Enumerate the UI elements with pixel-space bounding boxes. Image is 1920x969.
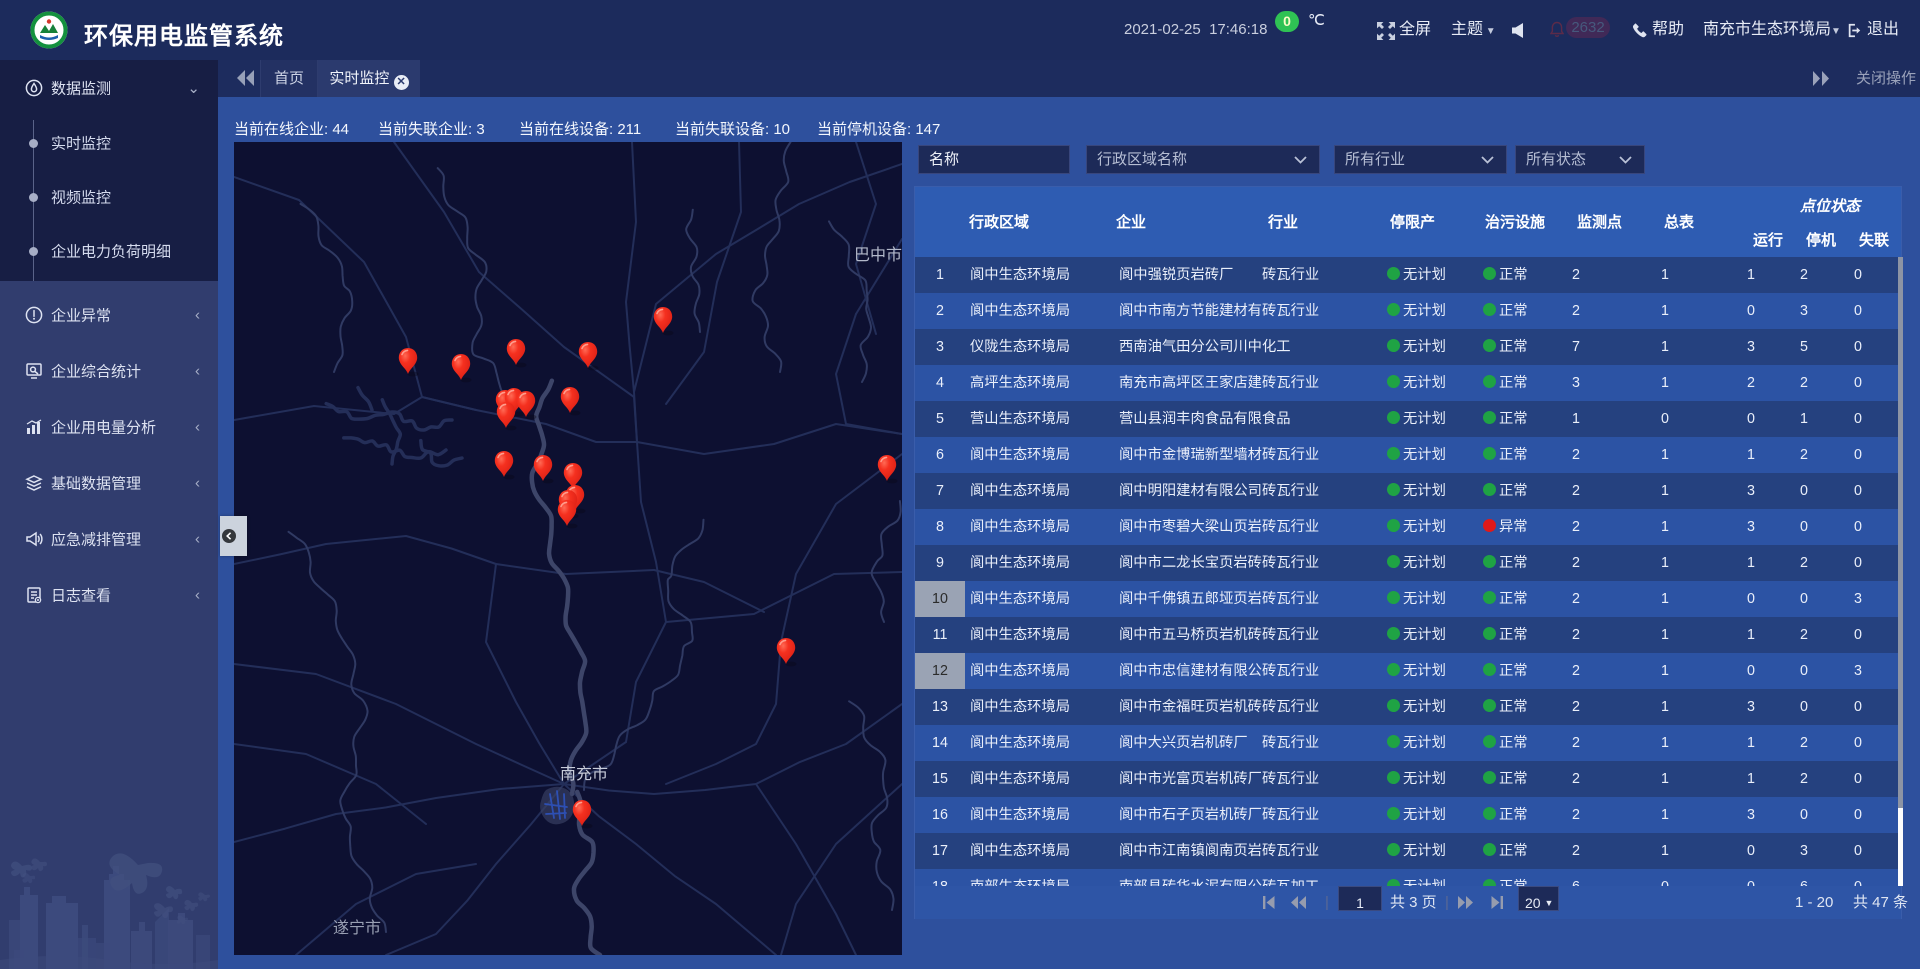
svg-text:巴中市: 巴中市 — [854, 246, 902, 264]
svg-text:遂宁市: 遂宁市 — [333, 919, 381, 937]
svg-text:南充市: 南充市 — [560, 765, 608, 783]
